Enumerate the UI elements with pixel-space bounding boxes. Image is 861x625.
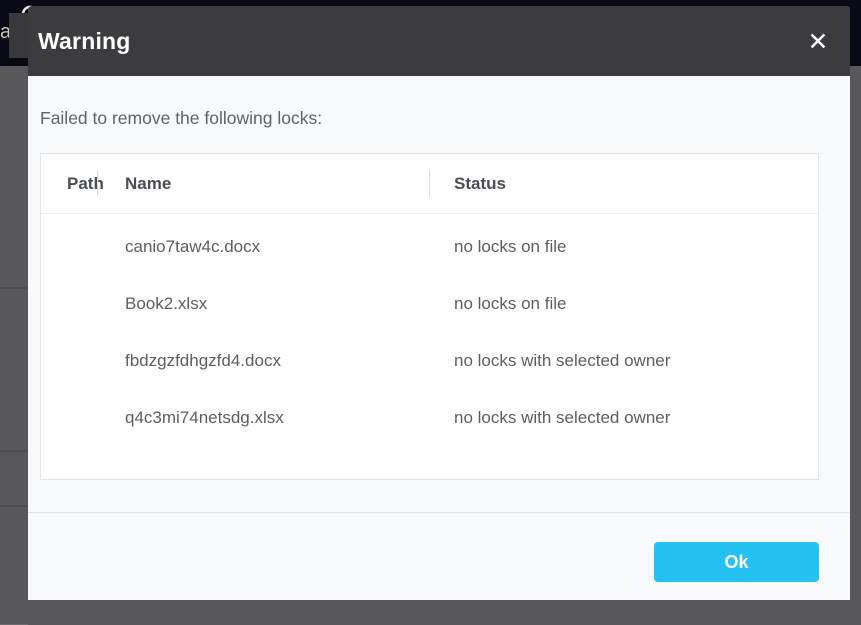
dimmed-page-element: [9, 13, 28, 58]
dimmed-row-divider: [0, 287, 28, 289]
dialog-title: Warning: [38, 28, 131, 55]
dimmed-page-text: a: [0, 21, 9, 43]
cell-path: [41, 332, 98, 389]
column-header-path: Path: [41, 154, 98, 213]
ok-button[interactable]: Ok: [654, 542, 819, 582]
cell-name: fbdzgzfdhgzfd4.docx: [98, 332, 430, 389]
cell-name: q4c3mi74netsdg.xlsx: [98, 389, 430, 446]
table-body: canio7taw4c.docxno locks on fileBook2.xl…: [41, 214, 818, 446]
table-row: fbdzgzfdhgzfd4.docxno locks with selecte…: [41, 332, 818, 389]
cell-status: no locks on file: [430, 218, 818, 275]
cell-status: no locks with selected owner: [430, 332, 818, 389]
footer-divider: [28, 512, 850, 513]
cell-status: no locks with selected owner: [430, 389, 818, 446]
close-icon[interactable]: ✕: [802, 25, 834, 57]
cell-path: [41, 389, 98, 446]
cell-path: [41, 275, 98, 332]
locks-table: Path Name Status canio7taw4c.docxno lock…: [40, 153, 819, 480]
cell-name: canio7taw4c.docx: [98, 218, 430, 275]
cell-path: [41, 218, 98, 275]
table-row: q4c3mi74netsdg.xlsxno locks with selecte…: [41, 389, 818, 446]
column-header-status: Status: [430, 154, 818, 213]
dialog-message: Failed to remove the following locks:: [40, 108, 322, 129]
cell-status: no locks on file: [430, 275, 818, 332]
column-header-name: Name: [98, 154, 430, 213]
dialog-header: Warning ✕: [28, 6, 850, 76]
warning-dialog: Warning ✕ Failed to remove the following…: [28, 6, 850, 600]
dimmed-row-divider: [0, 505, 28, 507]
cell-name: Book2.xlsx: [98, 275, 430, 332]
table-header-row: Path Name Status: [41, 154, 818, 214]
dimmed-row-divider: [0, 450, 28, 452]
table-row: canio7taw4c.docxno locks on file: [41, 218, 818, 275]
table-row: Book2.xlsxno locks on file: [41, 275, 818, 332]
